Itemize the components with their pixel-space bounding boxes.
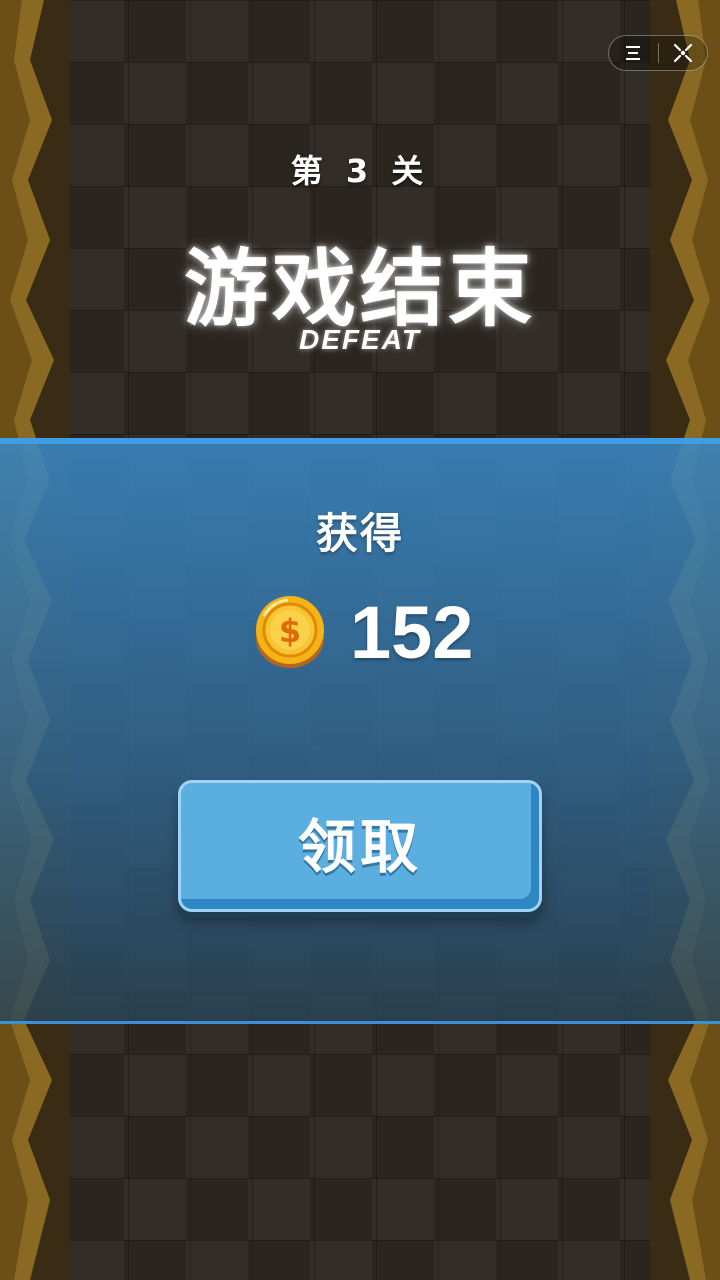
claim-button-label: 领取	[297, 813, 422, 881]
coin-amount: 152	[350, 591, 474, 674]
close-target-icon	[673, 43, 692, 63]
menu-icon	[626, 46, 641, 60]
dollar-coin-icon: $	[256, 596, 324, 668]
level-label: 第 3 关	[290, 152, 430, 190]
claim-button[interactable]: 领取	[178, 780, 542, 912]
close-button[interactable]	[658, 36, 707, 70]
menu-button[interactable]	[609, 36, 658, 70]
defeat-subtitle: DEFEAT	[299, 324, 421, 355]
earned-label: 获得	[315, 509, 404, 558]
mini-program-capsule	[608, 35, 708, 71]
svg-text:$: $	[279, 612, 301, 650]
